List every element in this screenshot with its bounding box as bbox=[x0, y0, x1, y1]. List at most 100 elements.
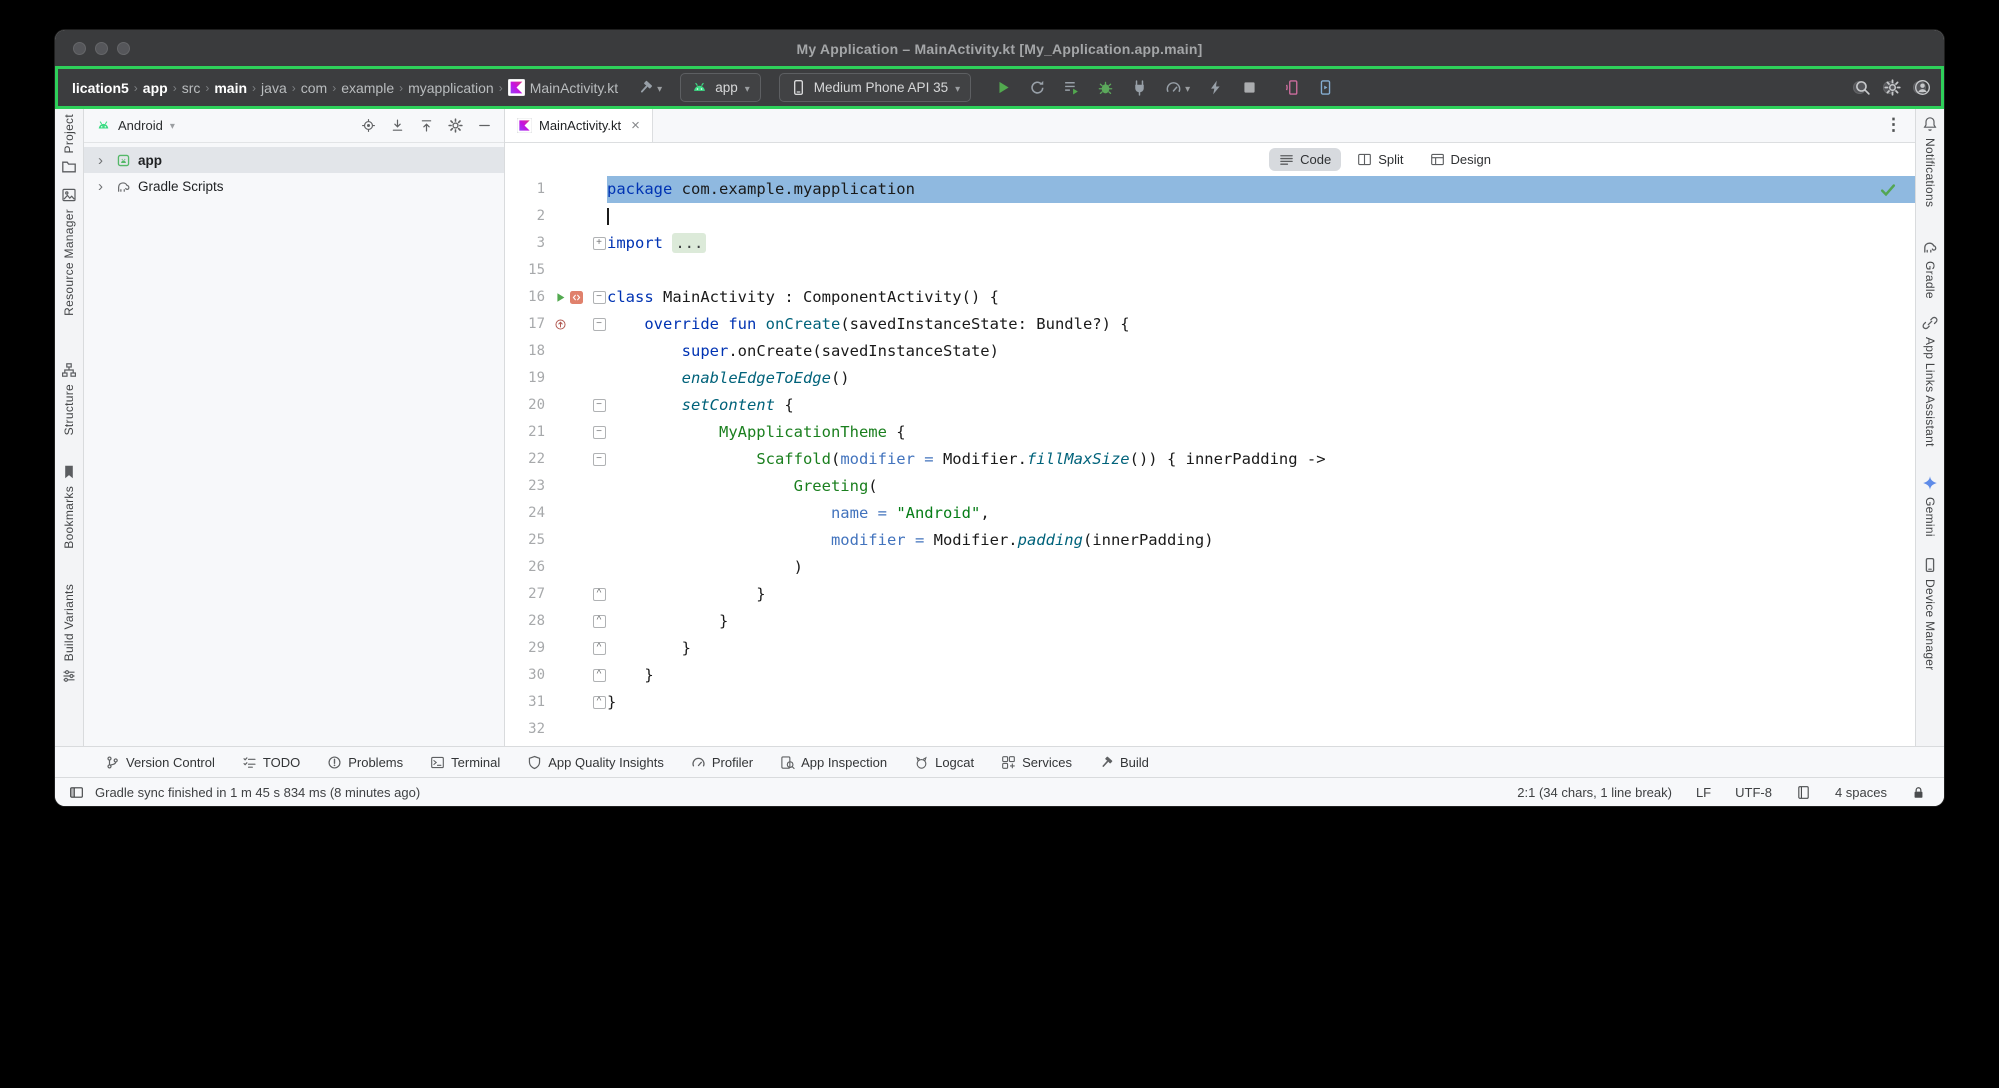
breadcrumb-myapplication[interactable]: myapplication bbox=[405, 80, 497, 96]
code-text[interactable]: class MainActivity : ComponentActivity()… bbox=[607, 284, 1915, 311]
device-selector[interactable]: Medium Phone API 35 bbox=[779, 73, 971, 102]
tool-window-button-terminal[interactable]: Terminal bbox=[430, 755, 500, 770]
tool-window-button-problems[interactable]: Problems bbox=[327, 755, 403, 770]
apply-changes-button[interactable] bbox=[1207, 79, 1224, 96]
breadcrumb-example[interactable]: example bbox=[338, 80, 397, 96]
collapse-all-button[interactable] bbox=[419, 118, 434, 133]
editor-tab-mainactivity[interactable]: MainActivity.kt bbox=[505, 108, 653, 142]
line-number[interactable]: 25 bbox=[505, 527, 545, 554]
layout-toggle-icon[interactable] bbox=[69, 785, 84, 800]
search-everywhere-button[interactable] bbox=[1853, 81, 1866, 94]
line-number[interactable]: 15 bbox=[505, 257, 545, 284]
line-number[interactable]: 32 bbox=[505, 716, 545, 743]
chevron-right-icon[interactable]: › bbox=[98, 152, 109, 169]
run-config-selector[interactable]: app bbox=[680, 73, 761, 102]
fold-marker-icon[interactable]: − bbox=[593, 291, 606, 304]
line-number[interactable]: 31 bbox=[505, 689, 545, 716]
line-number[interactable]: 20 bbox=[505, 392, 545, 419]
code-text[interactable]: package com.example.myapplication bbox=[607, 176, 1915, 203]
fold-marker-icon[interactable]: ^ bbox=[593, 669, 606, 682]
breadcrumb-app[interactable]: app bbox=[140, 80, 171, 96]
tool-stripe-structure[interactable]: Structure bbox=[61, 362, 77, 435]
run-button[interactable] bbox=[995, 79, 1012, 96]
line-number[interactable]: 1 bbox=[505, 176, 545, 203]
device-mirroring-button[interactable] bbox=[1284, 79, 1301, 96]
tool-stripe-build-variants[interactable]: Build Variants bbox=[61, 584, 77, 683]
tree-item-gradle-scripts[interactable]: ›Gradle Scripts bbox=[84, 173, 504, 199]
chevron-right-icon[interactable]: › bbox=[98, 178, 109, 195]
close-tab-icon[interactable] bbox=[631, 117, 640, 134]
close-window-button[interactable] bbox=[73, 42, 86, 55]
fold-marker-icon[interactable]: ^ bbox=[593, 615, 606, 628]
panel-settings-button[interactable] bbox=[448, 118, 463, 133]
chevron-down-icon[interactable] bbox=[170, 116, 175, 134]
file-encoding[interactable]: UTF-8 bbox=[1735, 785, 1772, 800]
tool-stripe-bookmarks[interactable]: Bookmarks bbox=[61, 464, 77, 549]
view-mode-code[interactable]: Code bbox=[1269, 148, 1341, 171]
tool-stripe-notifications[interactable]: Notifications bbox=[1922, 116, 1938, 207]
fold-marker-icon[interactable]: − bbox=[593, 318, 606, 331]
line-number[interactable]: 18 bbox=[505, 338, 545, 365]
code-text[interactable]: Greeting( bbox=[607, 473, 1915, 500]
status-message[interactable]: Gradle sync finished in 1 m 45 s 834 ms … bbox=[95, 785, 420, 800]
build-menu-button[interactable] bbox=[637, 79, 662, 97]
tool-window-button-app-quality-insights[interactable]: App Quality Insights bbox=[527, 755, 664, 770]
tool-stripe-app-links-assistant[interactable]: App Links Assistant bbox=[1922, 315, 1938, 447]
code-text[interactable]: } bbox=[607, 581, 1915, 608]
tool-window-button-todo[interactable]: TODO bbox=[242, 755, 300, 770]
tool-window-button-version-control[interactable]: Version Control bbox=[105, 755, 215, 770]
code-text[interactable]: MyApplicationTheme { bbox=[607, 419, 1915, 446]
fold-marker-icon[interactable]: + bbox=[593, 237, 606, 250]
line-number[interactable]: 17 bbox=[505, 311, 545, 338]
minimize-window-button[interactable] bbox=[95, 42, 108, 55]
write-access-lock[interactable] bbox=[1911, 785, 1926, 800]
line-number[interactable]: 27 bbox=[505, 581, 545, 608]
code-text[interactable] bbox=[607, 257, 1915, 284]
code-text[interactable]: setContent { bbox=[607, 392, 1915, 419]
code-text[interactable]: Scaffold(modifier = Modifier.fillMaxSize… bbox=[607, 446, 1915, 473]
line-number[interactable]: 28 bbox=[505, 608, 545, 635]
code-text[interactable]: super.onCreate(savedInstanceState) bbox=[607, 338, 1915, 365]
code-text[interactable] bbox=[607, 203, 1915, 230]
line-number[interactable]: 3 bbox=[505, 230, 545, 257]
line-number[interactable]: 22 bbox=[505, 446, 545, 473]
tool-stripe-gemini[interactable]: Gemini bbox=[1922, 475, 1938, 537]
select-opened-file-button[interactable] bbox=[361, 118, 376, 133]
caret-position[interactable]: 2:1 (34 chars, 1 line break) bbox=[1517, 785, 1672, 800]
line-number[interactable]: 2 bbox=[505, 203, 545, 230]
code-text[interactable]: } bbox=[607, 635, 1915, 662]
tool-window-button-services[interactable]: Services bbox=[1001, 755, 1072, 770]
breadcrumb-lication5[interactable]: lication5 bbox=[69, 80, 132, 96]
fold-marker-icon[interactable]: − bbox=[593, 399, 606, 412]
breadcrumb-com[interactable]: com bbox=[298, 80, 330, 96]
tab-options-menu[interactable] bbox=[1872, 115, 1915, 135]
fold-marker-icon[interactable]: ^ bbox=[593, 588, 606, 601]
tree-item-app[interactable]: ›app bbox=[84, 147, 504, 173]
fold-marker-icon[interactable]: ^ bbox=[593, 642, 606, 655]
inspections-passed-icon[interactable] bbox=[1879, 181, 1897, 199]
code-text[interactable]: name = "Android", bbox=[607, 500, 1915, 527]
breadcrumb-src[interactable]: src bbox=[179, 80, 204, 96]
expand-all-button[interactable] bbox=[390, 118, 405, 133]
indent-style[interactable]: 4 spaces bbox=[1835, 785, 1887, 800]
line-number[interactable]: 16 bbox=[505, 284, 545, 311]
code-text[interactable]: ) bbox=[607, 554, 1915, 581]
fold-marker-icon[interactable]: ^ bbox=[593, 696, 606, 709]
override-icon[interactable] bbox=[554, 318, 567, 331]
settings-button[interactable] bbox=[1883, 81, 1896, 94]
rerun-button[interactable] bbox=[1029, 79, 1046, 96]
compose-icon[interactable] bbox=[570, 291, 583, 304]
line-number[interactable]: 21 bbox=[505, 419, 545, 446]
view-mode-split[interactable]: Split bbox=[1347, 148, 1413, 171]
code-text[interactable]: } bbox=[607, 662, 1915, 689]
breadcrumb-java[interactable]: java bbox=[258, 80, 290, 96]
view-mode-design[interactable]: Design bbox=[1420, 148, 1501, 171]
debug-button[interactable] bbox=[1097, 79, 1114, 96]
line-number[interactable]: 29 bbox=[505, 635, 545, 662]
code-text[interactable]: override fun onCreate(savedInstanceState… bbox=[607, 311, 1915, 338]
tool-stripe-gradle[interactable]: Gradle bbox=[1922, 239, 1938, 299]
code-editor[interactable]: 1 package com.example.myapplication 23 +imp… bbox=[505, 176, 1915, 746]
code-text[interactable]: modifier = Modifier.padding(innerPadding… bbox=[607, 527, 1915, 554]
line-number[interactable]: 26 bbox=[505, 554, 545, 581]
code-text[interactable]: import ... bbox=[607, 230, 1915, 257]
